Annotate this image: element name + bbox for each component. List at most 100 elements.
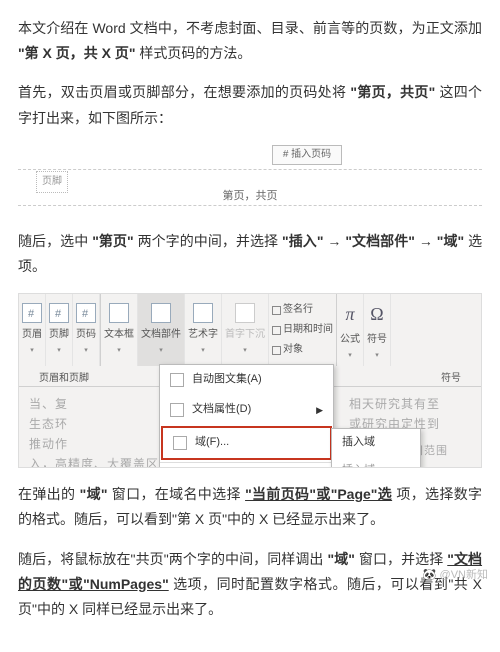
arrow-icon: → (327, 233, 341, 249)
ribbon-quickparts-button[interactable]: 文档部件▾ (138, 294, 185, 366)
ribbon-screenshot: 页眉▾ 页脚▾ 页码▾ 文本框▾ 文档部件▾ 艺术字▾ 首字下沉▾ 签名行 日期… (18, 293, 482, 468)
ribbon-header-button[interactable]: 页眉▾ (19, 294, 46, 366)
label: 文档部件 (141, 326, 181, 344)
menu-field[interactable]: 域(F)... (161, 426, 332, 460)
bold-text: "域" (80, 486, 108, 502)
tooltip-submenu: 插入域 插入域 (331, 428, 421, 468)
bold-text: "第页，共页" (350, 84, 435, 100)
signature-icon (272, 306, 281, 315)
datetime-icon (272, 326, 281, 335)
ribbon-buttons: 页眉▾ 页脚▾ 页码▾ 文本框▾ 文档部件▾ 艺术字▾ 首字下沉▾ 签名行 日期… (19, 294, 481, 366)
footer-icon (49, 303, 69, 323)
separator (160, 462, 333, 463)
textbox-icon (109, 303, 129, 323)
chevron-down-icon: ▾ (375, 350, 379, 363)
autotext-icon (170, 373, 184, 387)
header-icon (22, 303, 42, 323)
bold-text: "文档部件" (345, 233, 415, 249)
bg-text: 当、复 (29, 394, 68, 416)
menu-docproperty[interactable]: 文档属性(D) ▶ (160, 395, 333, 425)
text: 首先，双击页眉或页脚部分，在想要添加的页码处将 (18, 84, 346, 100)
dropdown-menu: 自动图文集(A) 文档属性(D)▶ 域(F)... 构建基块 将所选内 (159, 364, 334, 468)
label: 文档属性(D) (192, 400, 251, 420)
bg-text: 生态环 (29, 414, 68, 436)
divider (18, 205, 482, 206)
footer-text: 第页，共页 (18, 187, 482, 207)
paragraph-1: 本文介绍在 Word 文档中，不考虑封面、目录、前言等的页数，为正文添加 "第 … (18, 16, 482, 66)
chevron-down-icon: ▾ (201, 345, 205, 358)
ribbon-right-group: 签名行 日期和时间 对象 (269, 294, 336, 366)
chevron-down-icon: ▾ (348, 350, 352, 363)
bold-text: "域" (437, 233, 464, 249)
menu-autotext[interactable]: 自动图文集(A) (160, 365, 333, 395)
label: 公式 (340, 331, 360, 349)
signature-line-button[interactable]: 签名行 (272, 301, 333, 319)
text: 随后，将鼠标放在"共页"两个字的中间，同样调出 (18, 551, 324, 567)
chevron-down-icon: ▾ (159, 345, 163, 358)
chevron-down-icon: ▾ (117, 345, 121, 358)
insert-page-number-button[interactable]: # 插入页码 (272, 145, 342, 165)
paragraph-5: 随后，将鼠标放在"共页"两个字的中间，同样调出 "域" 窗口，并选择 "文档的页… (18, 547, 482, 623)
docproperty-icon (170, 403, 184, 417)
object-icon (272, 346, 281, 355)
text: 本文介绍在 Word 文档中，不考虑封面、目录、前言等的页数，为正文添加 (18, 20, 482, 36)
text: 窗口，并选择 (359, 551, 443, 567)
bold-text: "域" (327, 551, 354, 567)
label: 符号 (367, 331, 387, 349)
pagenum-icon (76, 303, 96, 323)
figure-header-footer: # 插入页码 页脚 第页，共页 (18, 145, 482, 215)
label: 域(F)... (195, 433, 229, 453)
submenu-insertfield2: 插入域 (332, 457, 420, 468)
bold-text: "第 X 页，共 X 页" (18, 45, 136, 61)
ribbon-formula-button[interactable]: π公式▾ (337, 294, 364, 366)
label: 签名行 (283, 301, 313, 319)
text: 样式页码的方法。 (139, 45, 251, 61)
chevron-right-icon: ▶ (316, 402, 323, 418)
ribbon-footer-button[interactable]: 页脚▾ (46, 294, 73, 366)
submenu-insertfield1: 插入域 (332, 429, 420, 457)
menu-buildingblocks[interactable]: 构建基块 (160, 465, 333, 469)
ribbon-wordart-button[interactable]: 艺术字▾ (185, 294, 222, 366)
paragraph-3: 随后，选中 "第页" 两个字的中间，并选择 "插入" → "文档部件" → "域… (18, 229, 482, 279)
paragraph-2: 首先，双击页眉或页脚部分，在想要添加的页码处将 "第页，共页" 这四个字打出来，… (18, 80, 482, 130)
ribbon-textbox-button[interactable]: 文本框▾ (101, 294, 138, 366)
label: 文本框 (104, 326, 134, 344)
ribbon-dropcap-button[interactable]: 首字下沉▾ (222, 294, 269, 366)
label: 插入域 (342, 433, 375, 453)
label: 自动图文集(A) (192, 370, 262, 390)
chevron-down-icon: ▾ (243, 345, 247, 358)
bold-text: "当前页码"或"Page"选 (245, 486, 392, 502)
bold-text: "第页" (92, 233, 133, 249)
wordart-icon (193, 303, 213, 323)
chevron-down-icon: ▾ (30, 345, 34, 358)
dropcap-icon (235, 303, 255, 323)
omega-icon: Ω (370, 298, 383, 330)
arrow-icon: → (419, 233, 433, 249)
label: 艺术字 (188, 326, 218, 344)
bold-text: "插入" (282, 233, 323, 249)
bg-text: 推动作 (29, 434, 68, 456)
text: 在弹出的 (18, 486, 75, 502)
text: 窗口，在域名中选择 (112, 486, 241, 502)
label: 插入域 (342, 461, 375, 468)
label: 首字下沉 (225, 326, 265, 344)
quickparts-icon (151, 303, 171, 323)
text: 两个字的中间，并选择 (138, 233, 279, 249)
field-icon (173, 436, 187, 450)
bg-text: 相天研究其有至 (349, 394, 440, 416)
divider (18, 169, 482, 170)
datetime-button[interactable]: 日期和时间 (272, 321, 333, 339)
object-button[interactable]: 对象 (272, 341, 333, 359)
label: 页码 (76, 326, 96, 344)
ribbon-symbol-button[interactable]: Ω符号▾ (364, 294, 391, 366)
ribbon-pagenum-button[interactable]: 页码▾ (73, 294, 100, 366)
paragraph-4: 在弹出的 "域" 窗口，在域名中选择 "当前页码"或"Page"选 项，选择数字… (18, 482, 482, 532)
label: 对象 (283, 341, 303, 359)
watermark: 🐼 @VN新知 (423, 566, 488, 586)
pi-icon: π (345, 298, 354, 330)
label: 页脚 (49, 326, 69, 344)
text: 随后，选中 (18, 233, 88, 249)
chevron-down-icon: ▾ (57, 345, 61, 358)
label: 页眉 (22, 326, 42, 344)
label: 日期和时间 (283, 321, 333, 339)
